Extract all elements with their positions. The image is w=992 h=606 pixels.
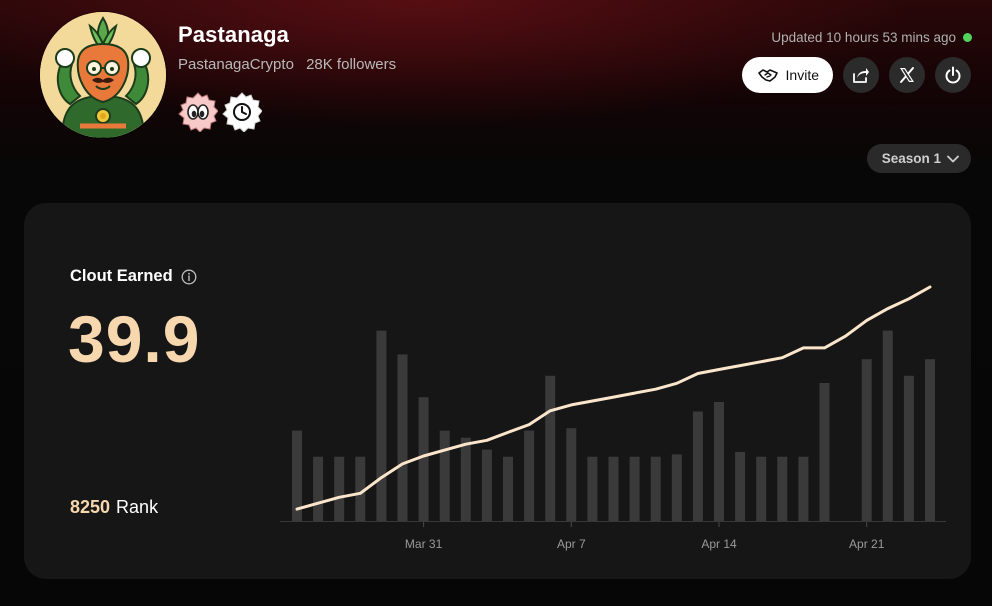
clout-chart: Mar 31 Apr 7 Apr 14 Apr 21	[280, 285, 946, 551]
carrot-mascot-avatar	[40, 12, 166, 138]
x-tick-label: Apr 7	[557, 537, 586, 551]
profile-handle[interactable]: PastanagaCrypto	[178, 56, 294, 73]
chart-bar[interactable]	[692, 411, 703, 522]
invite-button[interactable]: Invite	[741, 57, 833, 93]
chart-bar[interactable]	[313, 456, 324, 521]
x-logo-icon	[900, 67, 914, 83]
chart-bar[interactable]	[545, 375, 556, 521]
chart-bar[interactable]	[460, 437, 471, 521]
handle-row: PastanagaCrypto 28K followers	[178, 55, 396, 75]
profile-identity: Pastanaga PastanagaCrypto 28K followers	[178, 20, 396, 75]
chart-bar[interactable]	[735, 452, 746, 521]
chart-bar[interactable]	[714, 402, 724, 521]
chart-bars	[292, 330, 935, 522]
badges-row	[178, 92, 262, 132]
chart-bar[interactable]	[524, 430, 535, 521]
share-button[interactable]	[843, 57, 879, 93]
power-icon	[945, 66, 961, 84]
x-tick-label: Apr 21	[849, 537, 885, 551]
chart-bar[interactable]	[334, 456, 345, 521]
chart-bar[interactable]	[629, 456, 640, 521]
profile-actions: Invite	[741, 57, 971, 93]
chart-bar[interactable]	[798, 456, 809, 521]
chart-bar[interactable]	[882, 330, 893, 521]
chart-bar[interactable]	[481, 449, 492, 521]
logout-button[interactable]	[935, 57, 971, 93]
chart-bar[interactable]	[671, 454, 682, 521]
live-dot-icon	[963, 33, 972, 42]
chart-bar[interactable]	[650, 456, 661, 521]
handshake-icon	[757, 69, 778, 82]
chart-bar[interactable]	[903, 375, 914, 521]
season-selected-value: Season 1	[881, 151, 941, 166]
profile-page: Pastanaga PastanagaCrypto 28K followers …	[0, 0, 992, 606]
updated-text: Updated 10 hours 53 mins ago	[771, 30, 956, 45]
season-select[interactable]: Season 1	[866, 144, 971, 173]
chart-bar[interactable]	[418, 397, 429, 521]
chart-bar[interactable]	[777, 456, 788, 521]
invite-label: Invite	[785, 67, 819, 83]
chart-x-ticks: Mar 31 Apr 7 Apr 14 Apr 21	[405, 522, 885, 551]
x-tick-label: Mar 31	[405, 537, 443, 551]
x-tick-label: Apr 14	[701, 537, 737, 551]
eyes-badge[interactable]	[178, 92, 218, 132]
followers-count: 28K followers	[306, 56, 397, 73]
profile-name: Pastanaga	[178, 22, 289, 47]
x-share-button[interactable]	[889, 57, 925, 93]
chart-bar[interactable]	[861, 359, 872, 521]
chart-bar[interactable]	[756, 456, 767, 521]
chart-bar[interactable]	[439, 430, 450, 521]
avatar[interactable]	[40, 12, 166, 138]
chart-bar[interactable]	[566, 428, 577, 521]
chevron-down-icon	[947, 155, 959, 162]
clout-card: Clout Earned 39.9 8250 Rank Mar 31 Apr 7 Ap…	[24, 203, 971, 579]
chart-bar[interactable]	[587, 456, 598, 521]
share-icon	[853, 68, 869, 83]
chart-bar[interactable]	[503, 456, 513, 521]
chart-bar[interactable]	[819, 383, 830, 521]
chart-bar[interactable]	[925, 359, 935, 521]
chart-bar[interactable]	[397, 354, 408, 521]
last-updated-status: Updated 10 hours 53 mins ago	[771, 30, 972, 45]
chart-bar[interactable]	[376, 330, 387, 521]
chart-bar[interactable]	[608, 456, 619, 521]
clock-badge[interactable]	[222, 92, 262, 132]
